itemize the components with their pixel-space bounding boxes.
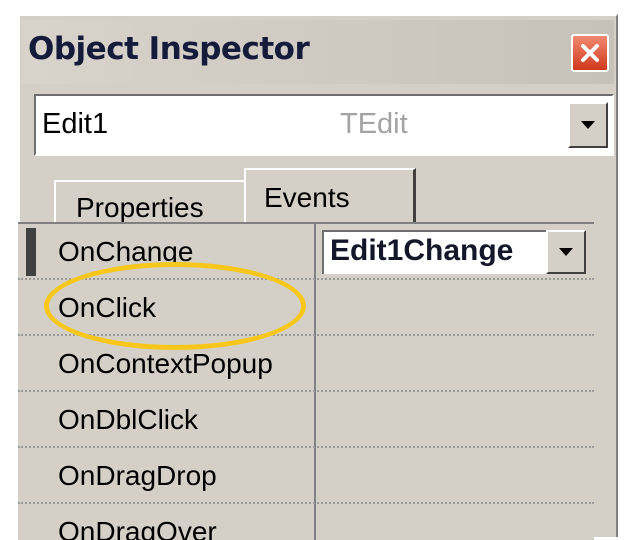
event-name: OnContextPopup	[58, 348, 273, 379]
event-row-ondragover[interactable]: OnDragOver	[18, 504, 594, 540]
event-row-oncontextpopup[interactable]: OnContextPopup	[18, 336, 594, 392]
event-value-cell[interactable]	[318, 336, 594, 390]
event-row-onchange[interactable]: OnChange Edit1Change	[18, 224, 594, 280]
event-name: OnDblClick	[58, 404, 199, 435]
object-name: Edit1	[42, 108, 109, 140]
event-value-cell[interactable]	[318, 392, 594, 446]
selected-row-marker	[26, 228, 36, 276]
event-name: OnClick	[58, 292, 157, 323]
title-bar[interactable]: Object Inspector	[22, 20, 614, 84]
chevron-down-icon	[559, 248, 573, 256]
event-name: OnDragOver	[58, 516, 217, 540]
close-icon	[581, 44, 599, 62]
event-row-ondragdrop[interactable]: OnDragDrop	[18, 448, 594, 504]
event-value-cell[interactable]	[318, 280, 594, 334]
close-button[interactable]	[571, 34, 609, 72]
event-row-onclick[interactable]: OnClick	[18, 280, 594, 336]
object-selector-dropdown-button[interactable]	[568, 102, 608, 148]
events-grid: OnChange Edit1Change OnClick OnContextPo…	[18, 222, 594, 540]
event-value-cell[interactable]: Edit1Change	[318, 224, 594, 278]
event-handler-dropdown-button[interactable]	[546, 230, 586, 274]
object-selector-combo[interactable]: Edit1 TEdit	[34, 94, 614, 156]
event-value-cell[interactable]	[318, 448, 594, 502]
event-name: OnDragDrop	[58, 460, 217, 491]
event-value-cell[interactable]	[318, 504, 594, 540]
chevron-down-icon	[581, 121, 595, 129]
event-handler-field[interactable]: Edit1Change	[322, 230, 584, 274]
object-type: TEdit	[340, 108, 408, 140]
event-name: OnChange	[58, 236, 194, 267]
window-title: Object Inspector	[28, 31, 310, 67]
event-handler-value: Edit1Change	[330, 234, 514, 267]
event-row-ondblclick[interactable]: OnDblClick	[18, 392, 594, 448]
